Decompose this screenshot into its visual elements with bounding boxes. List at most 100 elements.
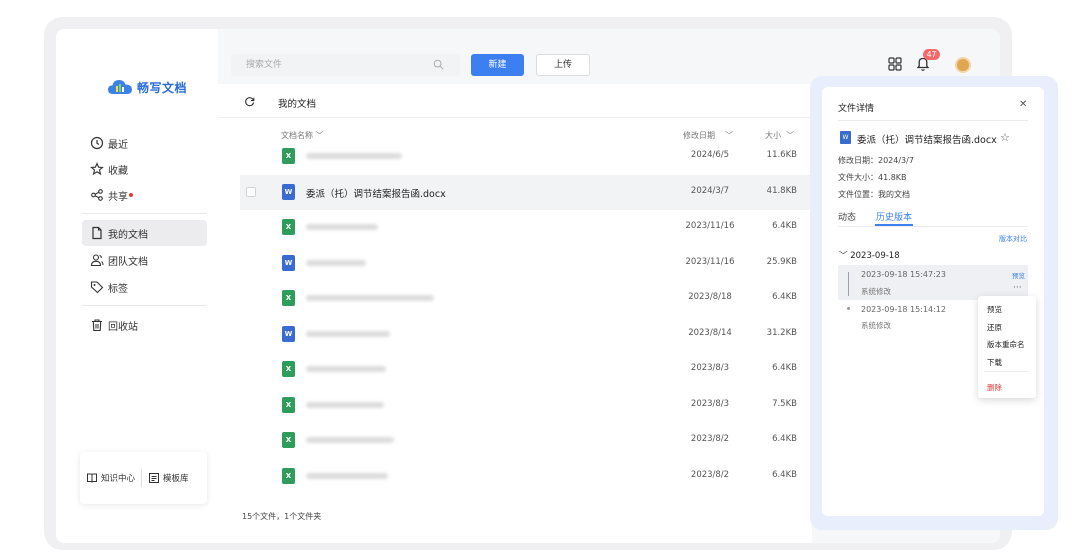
app-logo[interactable]: 畅写文档 bbox=[107, 76, 187, 98]
book-icon bbox=[87, 473, 97, 483]
trash-icon bbox=[92, 319, 102, 332]
sidebar-item-favorites[interactable]: 收藏 bbox=[82, 156, 207, 182]
apps-grid-icon[interactable] bbox=[888, 57, 902, 71]
file-name[interactable] bbox=[306, 221, 378, 233]
table-row[interactable]: X 2023/8/18 6.4KB bbox=[240, 281, 812, 316]
sidebar-item-label: 最近 bbox=[108, 139, 128, 151]
sidebar-item-label: 我的文档 bbox=[108, 229, 148, 241]
file-date: 2023/8/18 bbox=[688, 292, 732, 302]
file-size: 6.4KB bbox=[772, 470, 797, 480]
sidebar-divider bbox=[82, 213, 207, 214]
menu-item-download[interactable]: 下载 bbox=[987, 357, 1002, 368]
detail-title: 文件详情 bbox=[838, 104, 875, 114]
detail-file-size: 文件大小：41.8KB bbox=[838, 173, 907, 182]
table-row[interactable]: X 2023/11/16 6.4KB bbox=[240, 210, 812, 245]
close-icon[interactable]: ✕ bbox=[1019, 99, 1027, 110]
table-row[interactable]: X 2023/8/2 6.4KB bbox=[240, 459, 812, 487]
document-icon bbox=[92, 226, 102, 240]
version-operator: 系统修改 bbox=[861, 287, 891, 296]
version-group-date: 2023-09-18 bbox=[850, 251, 900, 261]
file-name[interactable] bbox=[306, 434, 394, 446]
table-row[interactable]: X 2023/8/2 6.4KB bbox=[240, 423, 812, 458]
cloud-logo-icon bbox=[108, 80, 132, 94]
file-date: 2023/11/16 bbox=[685, 257, 735, 267]
file-list: X 2024/6/5 11.6KB W 委派（托）调节结案报告函.docx 2024/3/… bbox=[240, 139, 812, 487]
sidebar-item-label: 共享 bbox=[108, 191, 128, 203]
table-row[interactable]: X 2023/8/3 7.5KB bbox=[240, 388, 812, 423]
file-name[interactable] bbox=[306, 257, 366, 269]
chevron-down-icon: ﹀ bbox=[839, 251, 848, 261]
search-input[interactable]: 搜索文件 bbox=[231, 54, 460, 76]
version-time: 2023-09-18 15:14:12 bbox=[861, 305, 946, 314]
redacted-name bbox=[306, 295, 434, 301]
sidebar-item-trash[interactable]: 回收站 bbox=[82, 312, 207, 338]
knowledge-center-label: 知识中心 bbox=[101, 474, 136, 484]
redacted-name bbox=[306, 260, 366, 266]
file-name[interactable] bbox=[306, 150, 402, 162]
version-compare-link[interactable]: 版本对比 bbox=[999, 234, 1027, 244]
table-row[interactable]: W 委派（托）调节结案报告函.docx 2024/3/7 41.8KB bbox=[240, 175, 812, 210]
file-name[interactable]: 委派（托）调节结案报告函.docx bbox=[306, 186, 446, 200]
team-icon bbox=[90, 254, 104, 267]
template-icon bbox=[149, 473, 160, 483]
menu-item-rename-version[interactable]: 版本重命名 bbox=[987, 339, 1025, 350]
word-file-icon: W bbox=[282, 255, 295, 271]
breadcrumb: 我的文档 bbox=[278, 99, 317, 110]
file-size: 31.2KB bbox=[766, 328, 797, 338]
refresh-icon[interactable] bbox=[244, 96, 255, 107]
notification-badge: 47 bbox=[923, 49, 940, 60]
search-placeholder: 搜索文件 bbox=[246, 60, 283, 70]
upload-button[interactable]: 上传 bbox=[536, 54, 590, 76]
sidebar-item-tags[interactable]: 标签 bbox=[82, 274, 207, 300]
excel-file-icon: X bbox=[282, 219, 295, 235]
sidebar-item-shared[interactable]: 共享 bbox=[82, 182, 207, 208]
timeline-line bbox=[848, 272, 849, 296]
tab-version-history[interactable]: 历史版本 bbox=[876, 210, 912, 223]
star-icon bbox=[90, 162, 104, 176]
file-name[interactable] bbox=[306, 328, 390, 340]
file-name[interactable] bbox=[306, 292, 434, 304]
table-row[interactable]: W 2023/11/16 25.9KB bbox=[240, 246, 812, 281]
file-name[interactable] bbox=[306, 363, 386, 375]
version-preview-link[interactable]: 预览 bbox=[1012, 270, 1025, 280]
file-size: 6.4KB bbox=[772, 434, 797, 444]
file-date: 2023/8/2 bbox=[690, 434, 730, 444]
sidebar-item-my-docs[interactable]: 我的文档 bbox=[82, 220, 207, 246]
bottom-shortcuts: 知识中心 模板库 bbox=[80, 452, 207, 504]
detail-modified-date: 修改日期：2024/3/7 bbox=[838, 156, 914, 165]
table-row[interactable]: X 2024/6/5 11.6KB bbox=[240, 139, 812, 174]
word-file-icon: W bbox=[282, 326, 295, 342]
avatar[interactable] bbox=[955, 57, 971, 73]
tag-icon bbox=[90, 281, 104, 294]
knowledge-center-button[interactable]: 知识中心 bbox=[80, 472, 141, 484]
sidebar-item-recent[interactable]: 最近 bbox=[82, 130, 207, 156]
sidebar-item-team-docs[interactable]: 团队文档 bbox=[82, 247, 207, 273]
file-size: 25.9KB bbox=[766, 257, 797, 267]
timeline-dot bbox=[847, 307, 850, 310]
table-row[interactable]: W 2023/8/14 31.2KB bbox=[240, 317, 812, 352]
divider bbox=[838, 226, 1028, 227]
file-size: 11.6KB bbox=[766, 150, 797, 160]
row-checkbox[interactable] bbox=[246, 187, 256, 197]
menu-item-preview[interactable]: 预览 bbox=[987, 304, 1002, 315]
file-date: 2023/11/16 bbox=[685, 221, 735, 231]
star-icon[interactable]: ☆ bbox=[1000, 131, 1010, 144]
more-icon[interactable]: ··· bbox=[1013, 283, 1022, 293]
version-operator: 系统修改 bbox=[861, 321, 891, 330]
redacted-name bbox=[306, 153, 402, 159]
menu-item-restore[interactable]: 还原 bbox=[987, 322, 1002, 333]
menu-item-delete[interactable]: 删除 bbox=[987, 382, 1002, 393]
template-library-button[interactable]: 模板库 bbox=[142, 472, 195, 484]
redacted-name bbox=[306, 473, 388, 479]
tab-activity[interactable]: 动态 bbox=[838, 210, 856, 223]
file-size: 7.5KB bbox=[772, 399, 797, 409]
version-time: 2023-09-18 15:47:23 bbox=[861, 270, 946, 279]
table-row[interactable]: X 2023/8/3 6.4KB bbox=[240, 352, 812, 387]
sidebar-item-label: 团队文档 bbox=[108, 256, 148, 268]
redacted-name bbox=[306, 224, 378, 230]
file-name[interactable] bbox=[306, 399, 384, 411]
file-size: 6.4KB bbox=[772, 221, 797, 231]
new-button[interactable]: 新建 bbox=[471, 54, 524, 76]
version-group-header[interactable]: ﹀ 2023-09-18 bbox=[839, 249, 900, 261]
file-name[interactable] bbox=[306, 470, 388, 482]
